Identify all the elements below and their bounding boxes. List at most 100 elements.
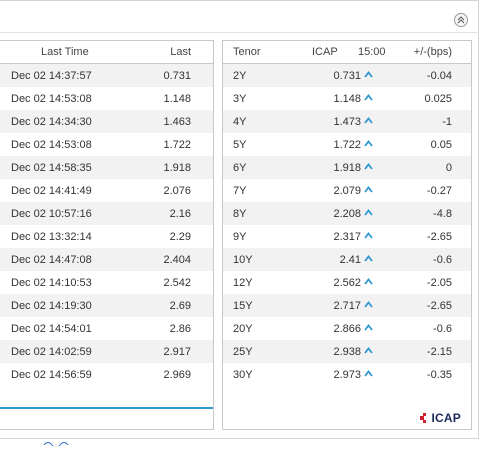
cell-tenor: 8Y	[233, 208, 247, 220]
cell-icap-rate: 1.473	[333, 116, 361, 128]
table-row[interactable]: Dec 02 14:02:59 2.917	[0, 340, 213, 363]
cell-icap-rate: 2.562	[333, 277, 361, 289]
icap-logo-mark-icon	[419, 412, 426, 423]
cell-tenor: 7Y	[233, 185, 247, 197]
cell-last: 0.731	[163, 70, 191, 82]
cell-last-time: Dec 02 14:53:08	[11, 139, 92, 151]
cell-last-time: Dec 02 14:41:49	[11, 185, 92, 197]
cell-last: 2.542	[163, 277, 191, 289]
column-header-icap[interactable]: ICAP	[312, 46, 338, 58]
up-arrow-icon	[364, 230, 373, 242]
table-row[interactable]: Dec 02 14:56:59 2.969	[0, 363, 213, 386]
cell-tenor: 6Y	[233, 162, 247, 174]
up-arrow-icon	[364, 345, 373, 357]
table-row[interactable]: Dec 02 14:41:49 2.076	[0, 179, 213, 202]
up-arrow-icon	[364, 207, 373, 219]
cell-tenor: 25Y	[233, 346, 253, 358]
cell-last-time: Dec 02 14:37:57	[11, 70, 92, 82]
table-row[interactable]: Dec 02 13:32:14 2.29	[0, 225, 213, 248]
cell-change-bps: -2.05	[426, 277, 452, 289]
cell-icap-rate: 2.317	[333, 231, 361, 243]
cell-last-time: Dec 02 14:53:08	[11, 93, 92, 105]
cell-tenor: 15Y	[233, 300, 253, 312]
cell-change-bps: 0.05	[430, 139, 452, 151]
up-arrow-icon	[364, 138, 373, 150]
cell-last: 1.918	[163, 162, 191, 174]
cut-off-link[interactable]	[43, 438, 84, 449]
cell-tenor: 30Y	[233, 369, 253, 381]
table-row[interactable]: 4Y 1.473 -1	[223, 110, 471, 133]
cell-change-bps: -0.6	[433, 254, 452, 266]
table-row[interactable]: 2Y 0.731 -0.04	[223, 64, 471, 87]
cell-tenor: 10Y	[233, 254, 253, 266]
icap-rates-table: Tenor ICAP 15:00 +/-(bps) 2Y 0.731 -0.04 3Y…	[222, 40, 472, 430]
collapse-icon[interactable]	[454, 13, 468, 27]
table-row[interactable]: 3Y 1.148 0.025	[223, 87, 471, 110]
cell-change-bps: -4.8	[433, 208, 452, 220]
cell-tenor: 3Y	[233, 93, 247, 105]
table-row[interactable]: Dec 02 14:58:35 1.918	[0, 156, 213, 179]
cell-last: 1.148	[163, 93, 191, 105]
table-row[interactable]: 12Y 2.562 -2.05	[223, 271, 471, 294]
column-header-tenor[interactable]: Tenor	[233, 46, 261, 58]
cell-tenor: 20Y	[233, 323, 253, 335]
cell-last: 2.29	[169, 231, 191, 243]
cell-icap-rate: 1.722	[333, 139, 361, 151]
cell-last: 1.463	[163, 116, 191, 128]
table-row[interactable]: 30Y 2.973 -0.35	[223, 363, 471, 386]
table-row[interactable]: Dec 02 10:57:16 2.16	[0, 202, 213, 225]
table-row[interactable]: 7Y 2.079 -0.27	[223, 179, 471, 202]
up-arrow-icon	[364, 115, 373, 127]
column-header-time[interactable]: 15:00	[358, 46, 386, 58]
cell-last: 2.69	[169, 300, 191, 312]
cell-last: 2.969	[163, 369, 191, 381]
cell-last-time: Dec 02 14:02:59	[11, 346, 92, 358]
cell-icap-rate: 2.41	[339, 254, 361, 266]
table-row[interactable]: Dec 02 14:53:08 1.148	[0, 87, 213, 110]
cell-change-bps: -2.65	[426, 300, 452, 312]
cell-change-bps: -2.15	[426, 346, 452, 358]
table-row[interactable]: 20Y 2.866 -0.6	[223, 317, 471, 340]
cell-last: 2.917	[163, 346, 191, 358]
column-header-last[interactable]: Last	[170, 46, 191, 58]
table-row[interactable]: Dec 02 14:54:01 2.86	[0, 317, 213, 340]
cell-tenor: 12Y	[233, 277, 253, 289]
up-arrow-icon	[364, 368, 373, 380]
table-row[interactable]: Dec 02 14:19:30 2.69	[0, 294, 213, 317]
table-row[interactable]: 5Y 1.722 0.05	[223, 133, 471, 156]
cell-change-bps: -0.27	[426, 185, 452, 197]
cell-tenor: 4Y	[233, 116, 247, 128]
header-divider	[0, 32, 477, 33]
cell-tenor: 2Y	[233, 70, 247, 82]
table-row[interactable]: 8Y 2.208 -4.8	[223, 202, 471, 225]
cell-tenor: 5Y	[233, 139, 247, 151]
column-header-last-time[interactable]: Last Time	[41, 46, 89, 58]
up-arrow-icon	[364, 322, 373, 334]
cell-change-bps: -0.04	[426, 70, 452, 82]
table-row[interactable]: Dec 02 14:34:30 1.463	[0, 110, 213, 133]
table-row[interactable]: 15Y 2.717 -2.65	[223, 294, 471, 317]
cell-last-time: Dec 02 14:54:01	[11, 323, 92, 335]
cell-last: 2.86	[169, 323, 191, 335]
cell-last-time: Dec 02 14:19:30	[11, 300, 92, 312]
table-row[interactable]: Dec 02 14:10:53 2.542	[0, 271, 213, 294]
table-row[interactable]: Dec 02 14:53:08 1.722	[0, 133, 213, 156]
cell-last-time: Dec 02 10:57:16	[11, 208, 92, 220]
cell-change-bps: -1	[442, 116, 452, 128]
cell-icap-rate: 2.973	[333, 369, 361, 381]
table-row[interactable]: 6Y 1.918 0	[223, 156, 471, 179]
table-row[interactable]: 10Y 2.41 -0.6	[223, 248, 471, 271]
cell-last: 1.722	[163, 139, 191, 151]
table-header: Tenor ICAP 15:00 +/-(bps)	[223, 41, 471, 64]
table-row[interactable]: 25Y 2.938 -2.15	[223, 340, 471, 363]
cell-icap-rate: 2.866	[333, 323, 361, 335]
table-row[interactable]: 9Y 2.317 -2.65	[223, 225, 471, 248]
table-header: Last Time Last	[0, 41, 213, 64]
table-row[interactable]: Dec 02 14:47:08 2.404	[0, 248, 213, 271]
column-header-change[interactable]: +/-(bps)	[414, 46, 452, 58]
up-arrow-icon	[364, 161, 373, 173]
up-arrow-icon	[364, 253, 373, 265]
cell-last: 2.076	[163, 185, 191, 197]
accent-divider	[0, 407, 213, 409]
table-row[interactable]: Dec 02 14:37:57 0.731	[0, 64, 213, 87]
